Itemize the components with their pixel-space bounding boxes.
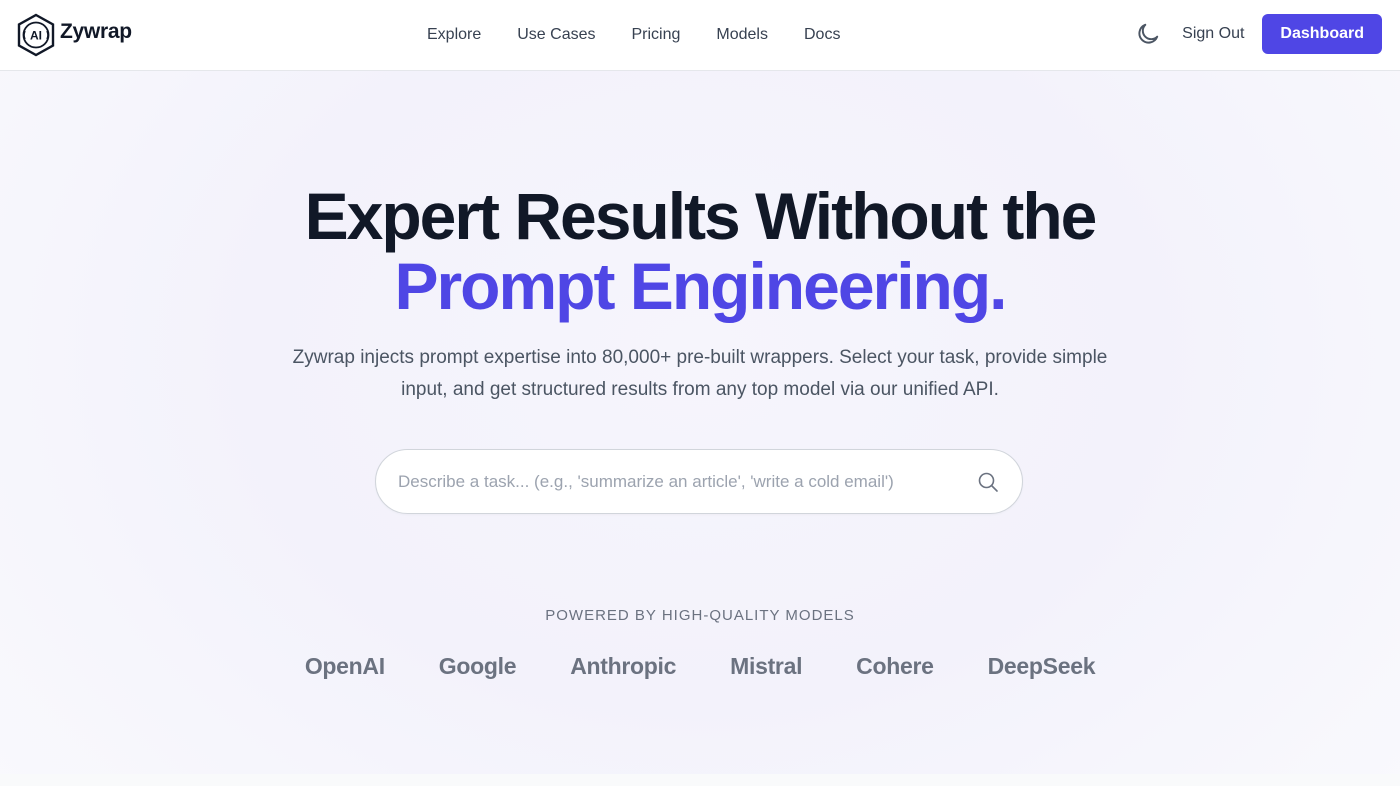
dashboard-button[interactable]: Dashboard xyxy=(1262,14,1382,54)
nav-actions: Sign Out Dashboard xyxy=(1128,14,1382,54)
model-google: Google xyxy=(438,653,517,679)
model-anthropic: Anthropic xyxy=(570,653,677,679)
nav-link-pricing[interactable]: Pricing xyxy=(614,26,699,44)
ai-brain-hexagon-icon: AI xyxy=(17,13,55,57)
hero-headline: Expert Results Without the Prompt Engine… xyxy=(0,181,1400,321)
task-search-input[interactable] xyxy=(398,471,976,492)
brand-logo-link[interactable]: AI Zywrap xyxy=(16,13,132,57)
nav-link-explore[interactable]: Explore xyxy=(409,26,499,44)
task-search-bar xyxy=(375,449,1023,514)
nav-link-models[interactable]: Models xyxy=(698,26,786,44)
model-deepseek: DeepSeek xyxy=(987,653,1096,679)
sign-out-link[interactable]: Sign Out xyxy=(1182,25,1244,43)
headline-line-1: Expert Results Without the xyxy=(304,179,1098,253)
model-openai: OpenAI xyxy=(304,653,385,679)
model-cohere: Cohere xyxy=(856,653,934,679)
nav-link-use-cases[interactable]: Use Cases xyxy=(499,26,613,44)
theme-toggle-button[interactable] xyxy=(1128,14,1168,54)
main-nav: Explore Use Cases Pricing Models Docs xyxy=(409,0,858,70)
model-mistral: Mistral xyxy=(730,653,803,679)
hero-section: Expert Results Without the Prompt Engine… xyxy=(0,71,1400,774)
search-icon[interactable] xyxy=(976,470,1000,494)
headline-line-2-accent: Prompt Engineering. xyxy=(394,249,1007,323)
powered-by-label: POWERED BY HIGH-QUALITY MODELS xyxy=(545,607,855,624)
model-logos-row: OpenAI Google Anthropic Mistral Cohere D… xyxy=(0,653,1400,680)
top-navbar: AI Zywrap Explore Use Cases Pricing Mode… xyxy=(0,0,1400,71)
nav-link-docs[interactable]: Docs xyxy=(786,26,858,44)
hero-subtext: Zywrap injects prompt expertise into 80,… xyxy=(292,347,1108,400)
next-section-edge xyxy=(0,774,1400,786)
moon-icon xyxy=(1138,23,1159,44)
logo-ai-text: AI xyxy=(30,29,42,43)
brand-name: Zywrap xyxy=(60,20,132,43)
